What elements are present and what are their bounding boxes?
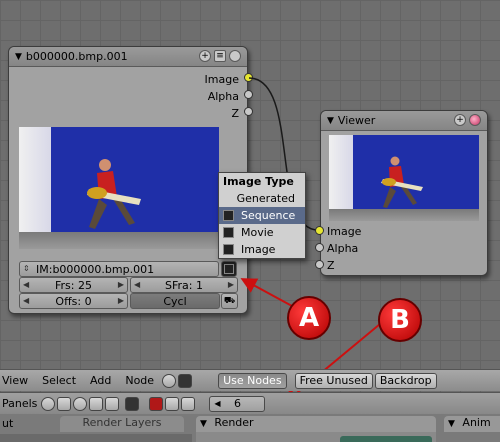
menu-view[interactable]: View: [2, 374, 28, 387]
menu-node[interactable]: Node: [125, 374, 154, 387]
viewer-node-header[interactable]: ▼ Viewer +: [321, 111, 487, 131]
tab-output-partial[interactable]: ut: [2, 417, 13, 430]
menu-item-movie[interactable]: Movie: [219, 224, 305, 241]
cycl-label: Cycl: [163, 294, 187, 308]
alpha-output-socket[interactable]: [244, 90, 253, 99]
plus-icon[interactable]: +: [454, 114, 466, 126]
menu-item-generated[interactable]: Generated: [219, 190, 305, 207]
buttons-header: Panels ◀ 6: [0, 392, 500, 414]
alpha-input-socket[interactable]: [315, 243, 324, 252]
image-output-socket[interactable]: [244, 73, 253, 82]
menu-item-label: Movie: [241, 226, 274, 239]
viewer-preview: [329, 135, 479, 221]
panels-label: Panels: [2, 397, 38, 410]
input-label-image: Image: [327, 225, 362, 238]
image-icon: [223, 244, 234, 255]
tab-anim[interactable]: ▼ Anim: [444, 416, 500, 432]
offs-label: Offs: 0: [55, 294, 92, 308]
collapse-triangle-icon[interactable]: ▼: [200, 419, 207, 429]
object-icon[interactable]: [89, 396, 104, 411]
menu-icon[interactable]: ≡: [214, 50, 226, 62]
callout-a: A: [287, 296, 331, 340]
image-type-icon: [224, 264, 234, 274]
sphere-icon[interactable]: [469, 114, 481, 126]
menu-item-label: Image: [241, 243, 276, 256]
image-preview: [19, 127, 219, 249]
panel-body-left: [0, 434, 192, 442]
image-field-label: IM:b000000.bmp.001: [36, 262, 155, 276]
logic-icon[interactable]: [41, 396, 56, 411]
node-editor-header: View Select Add Node Use Nodes Free Unus…: [0, 369, 500, 391]
free-unused-button[interactable]: Free Unused: [294, 372, 373, 389]
menu-item-label: Sequence: [241, 209, 296, 222]
editing-icon[interactable]: [105, 396, 120, 411]
auto-refresh-button[interactable]: ⛟: [221, 293, 238, 309]
material-nodes-icon[interactable]: [162, 373, 177, 388]
offs-field[interactable]: ◀ Offs: 0 ▶: [19, 293, 128, 309]
frs-label: Frs: 25: [55, 278, 92, 292]
sfra-field[interactable]: ◀ SFra: 1 ▶: [130, 277, 238, 293]
menu-item-sequence[interactable]: Sequence: [219, 207, 305, 224]
menu-item-image[interactable]: Image: [219, 241, 305, 258]
image-node[interactable]: ▼ b000000.bmp.001 + ≡ Image Alpha Z ⇕ IM…: [8, 46, 248, 314]
input-label-alpha: Alpha: [327, 242, 359, 255]
menu-item-label: Generated: [236, 192, 295, 205]
shading-icon[interactable]: [73, 396, 88, 411]
image-type-menu-title: Image Type: [223, 175, 294, 188]
script-icon[interactable]: [57, 396, 72, 411]
tab-render[interactable]: ▼ Render: [196, 416, 436, 432]
z-output-socket[interactable]: [244, 107, 253, 116]
guitarist-figure: [87, 159, 141, 229]
output-label-alpha: Alpha: [207, 90, 239, 103]
movie-icon: [223, 227, 234, 238]
guitarist-figure: [381, 156, 423, 208]
collapse-triangle-icon[interactable]: ▼: [15, 52, 22, 62]
menu-select[interactable]: Select: [42, 374, 76, 387]
callout-b: B: [378, 298, 422, 342]
image-type-menu: Image Type Generated Sequence Movie Imag…: [218, 172, 306, 259]
car-icon: ⛟: [223, 295, 236, 306]
image-input-socket[interactable]: [315, 226, 324, 235]
image-node-title: b000000.bmp.001: [25, 50, 128, 63]
sfra-label: SFra: 1: [165, 278, 203, 292]
image-browse-field[interactable]: ⇕ IM:b000000.bmp.001: [19, 261, 219, 277]
plus-icon[interactable]: +: [199, 50, 211, 62]
sequence-icon: [223, 210, 234, 221]
collapse-triangle-icon[interactable]: ▼: [448, 419, 455, 429]
tab-render-label: Render: [214, 416, 254, 429]
render-icon[interactable]: [149, 396, 164, 411]
menu-add[interactable]: Add: [90, 374, 111, 387]
anim-icon[interactable]: [165, 396, 180, 411]
frs-field[interactable]: ◀ Frs: 25 ▶: [19, 277, 128, 293]
frame-decrement-icon[interactable]: ◀: [214, 399, 220, 408]
frame-number-field[interactable]: ◀ 6: [209, 395, 266, 412]
collapse-triangle-icon[interactable]: ▼: [327, 116, 334, 126]
composite-nodes-icon[interactable]: [178, 373, 193, 388]
viewer-node-title: Viewer: [337, 114, 376, 127]
image-type-button[interactable]: [221, 261, 237, 277]
scene-icon[interactable]: [125, 396, 140, 411]
sphere-icon[interactable]: [229, 50, 241, 62]
tab-render-layers[interactable]: Render Layers: [60, 416, 184, 432]
viewer-node[interactable]: ▼ Viewer + Image Alpha Z: [320, 110, 488, 276]
image-node-header[interactable]: ▼ b000000.bmp.001 + ≡: [9, 47, 247, 67]
panel-tabs: ut Render Layers ▼ Render ▼ Anim: [0, 414, 500, 442]
backdrop-button[interactable]: Backdrop: [374, 372, 437, 389]
tab-anim-label: Anim: [462, 416, 491, 429]
use-nodes-button[interactable]: Use Nodes: [218, 372, 287, 389]
cycl-toggle[interactable]: Cycl: [130, 293, 220, 309]
output-label-image: Image: [204, 73, 239, 86]
input-label-z: Z: [327, 259, 335, 272]
frame-value: 6: [233, 397, 241, 410]
render-button-top[interactable]: [340, 436, 432, 442]
output-label-z: Z: [231, 107, 239, 120]
z-input-socket[interactable]: [315, 260, 324, 269]
sound-icon[interactable]: [181, 396, 196, 411]
